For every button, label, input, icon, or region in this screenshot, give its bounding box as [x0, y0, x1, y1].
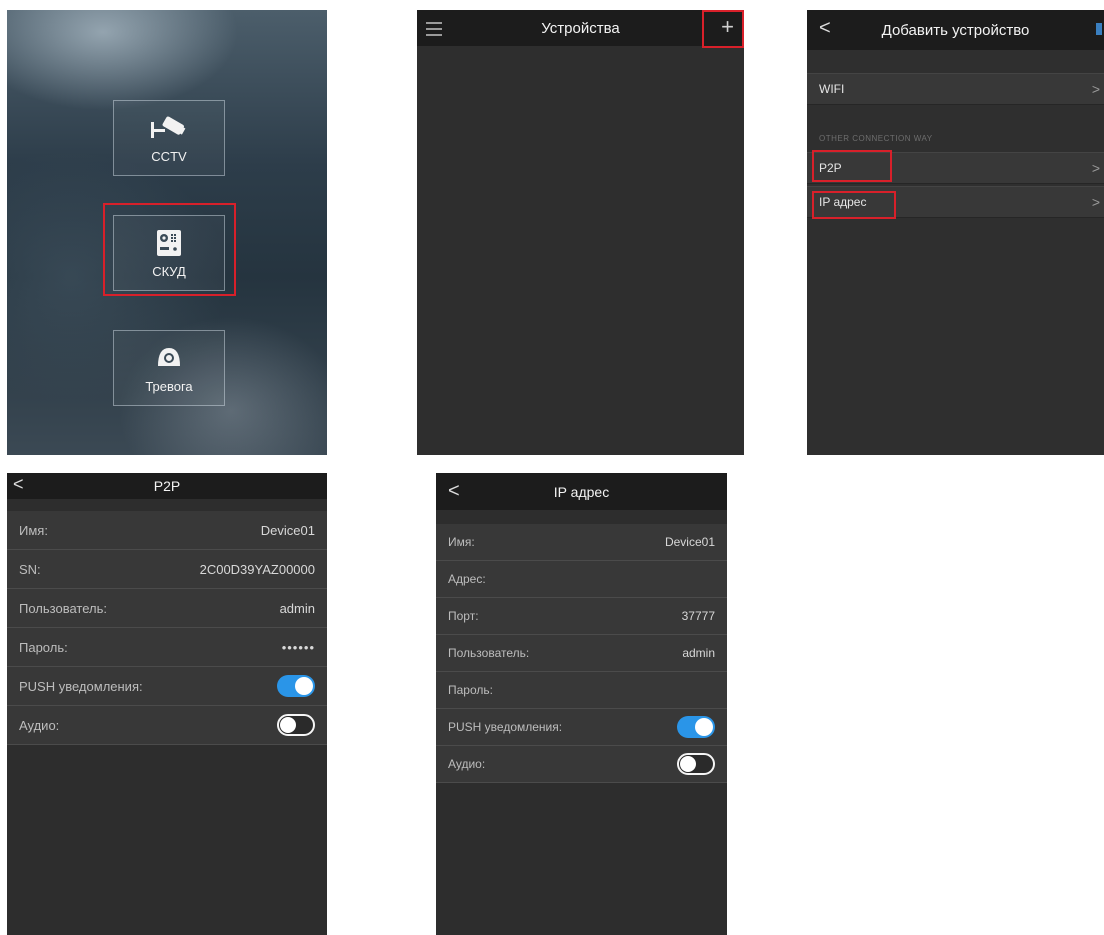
sn-value: 2C00D39YAZ00000: [199, 561, 315, 577]
ip-address-option-label: IP адрес: [819, 195, 867, 209]
wifi-option-label: WIFI: [819, 82, 845, 96]
name-value: Device01: [664, 535, 715, 549]
user-label: Пользователь:: [19, 600, 107, 616]
back-button[interactable]: <: [448, 480, 460, 503]
chevron-right-icon: >: [1091, 160, 1100, 176]
back-button[interactable]: <: [819, 17, 831, 40]
audio-row: Аудио:: [7, 706, 327, 745]
name-label: Имя:: [448, 535, 475, 549]
intercom-panel-icon: [156, 228, 182, 258]
devices-screen: Устройства +: [417, 10, 744, 455]
sn-label: SN:: [19, 561, 41, 577]
user-value: admin: [279, 600, 315, 616]
audio-toggle[interactable]: [677, 753, 715, 775]
cctv-tile[interactable]: CCTV: [113, 100, 225, 176]
ip-nav-bar: < IP адрес: [436, 473, 727, 510]
audio-row: Аудио:: [436, 746, 727, 783]
name-label: Имя:: [19, 522, 48, 538]
user-field[interactable]: Пользователь: admin: [7, 589, 327, 628]
devices-nav-bar: Устройства +: [417, 10, 744, 46]
section-header: OTHER CONNECTION WAY: [819, 134, 933, 143]
password-value: ••••••: [281, 639, 315, 655]
user-label: Пользователь:: [448, 646, 530, 660]
user-field[interactable]: Пользователь: admin: [436, 635, 727, 672]
chevron-right-icon: >: [1091, 81, 1100, 97]
p2p-option[interactable]: P2P >: [807, 152, 1104, 184]
cctv-tile-label: CCTV: [151, 148, 187, 164]
add-device-screen: < Добавить устройство WIFI > OTHER CONNE…: [807, 10, 1104, 455]
port-value: 37777: [681, 609, 715, 623]
add-device-button[interactable]: +: [721, 14, 734, 40]
audio-label: Аудио:: [19, 717, 60, 733]
alarm-tile-label: Тревога: [145, 378, 193, 394]
password-field[interactable]: Пароль:: [436, 672, 727, 709]
access-control-tile-label: СКУД: [152, 263, 186, 279]
wifi-option[interactable]: WIFI >: [807, 73, 1104, 105]
alarm-tile[interactable]: Тревога: [113, 330, 225, 406]
port-label: Порт:: [448, 609, 479, 623]
audio-label: Аудио:: [448, 757, 486, 771]
p2p-screen: < P2P Имя: Device01 SN: 2C00D39YAZ00000 …: [7, 473, 327, 935]
password-label: Пароль:: [448, 683, 493, 697]
address-label: Адрес:: [448, 572, 486, 586]
back-button[interactable]: <: [13, 474, 24, 495]
add-device-nav-bar: < Добавить устройство: [807, 10, 1104, 50]
ip-address-option[interactable]: IP адрес >: [807, 186, 1104, 218]
name-field[interactable]: Имя: Device01: [436, 524, 727, 561]
push-label: PUSH уведомления:: [19, 678, 143, 694]
alarm-siren-icon: [155, 343, 183, 373]
push-toggle[interactable]: [277, 675, 315, 697]
port-field[interactable]: Порт: 37777: [436, 598, 727, 635]
audio-toggle[interactable]: [277, 714, 315, 736]
add-device-title: Добавить устройство: [881, 21, 1030, 39]
address-field[interactable]: Адрес:: [436, 561, 727, 598]
push-label: PUSH уведомления:: [448, 720, 563, 734]
name-value: Device01: [260, 522, 315, 538]
password-label: Пароль:: [19, 639, 68, 655]
sn-field[interactable]: SN: 2C00D39YAZ00000: [7, 550, 327, 589]
p2p-nav-bar: < P2P: [7, 473, 327, 499]
ip-address-screen: < IP адрес Имя: Device01 Адрес: Порт: 37…: [436, 473, 727, 935]
password-field[interactable]: Пароль: ••••••: [7, 628, 327, 667]
name-field[interactable]: Имя: Device01: [7, 511, 327, 550]
push-notifications-row: PUSH уведомления:: [436, 709, 727, 746]
cctv-camera-icon: [149, 113, 189, 143]
devices-title: Устройства: [541, 19, 620, 37]
status-corner-icon: [1096, 23, 1102, 35]
chevron-right-icon: >: [1091, 194, 1100, 210]
user-value: admin: [682, 646, 715, 660]
main-menu-screen: CCTV СКУД Тревога: [7, 10, 327, 455]
push-notifications-row: PUSH уведомления:: [7, 667, 327, 706]
p2p-option-label: P2P: [819, 161, 842, 175]
ip-title: IP адрес: [553, 483, 610, 500]
access-control-tile[interactable]: СКУД: [113, 215, 225, 291]
push-toggle[interactable]: [677, 716, 715, 738]
p2p-title: P2P: [153, 478, 181, 494]
hamburger-icon[interactable]: [426, 22, 442, 40]
